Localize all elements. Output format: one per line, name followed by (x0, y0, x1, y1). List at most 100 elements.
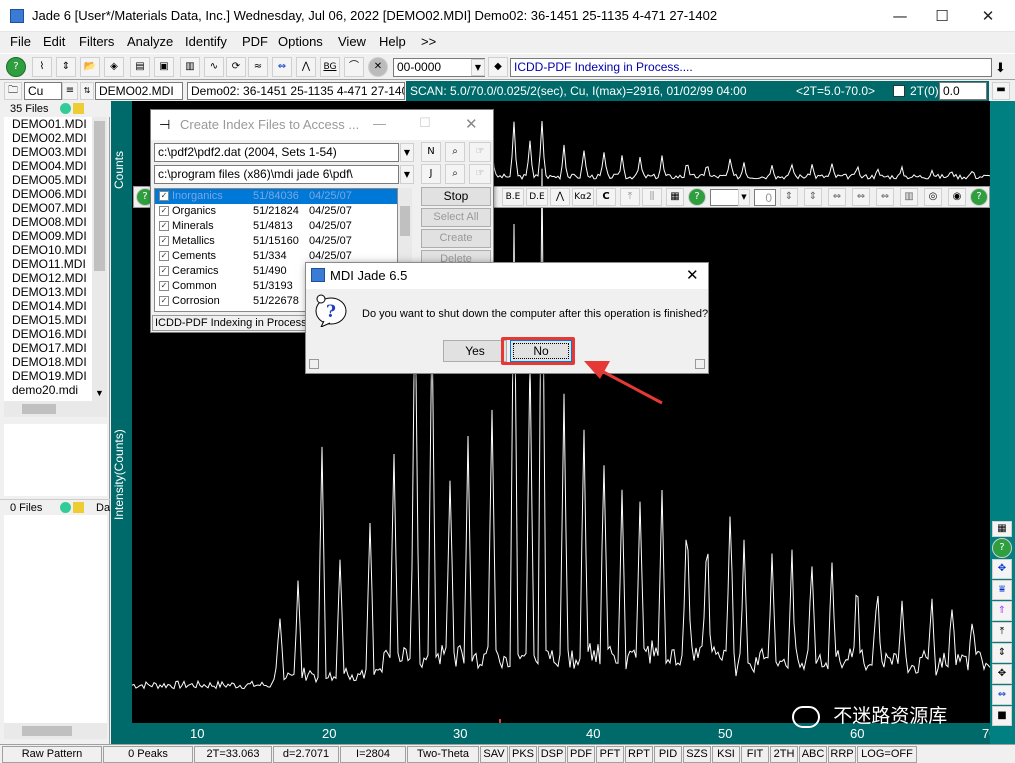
print-icon[interactable]: ▤ (130, 57, 150, 77)
c-button[interactable]: C (596, 188, 616, 206)
file-item[interactable]: DEMO09.MDI (4, 229, 92, 243)
file-item[interactable]: DEMO12.MDI (4, 271, 92, 285)
select-all-button[interactable]: Select All (421, 208, 491, 227)
menu-filters[interactable]: Filters (79, 34, 114, 49)
file-list-scrollbar[interactable]: ▼ (92, 117, 107, 401)
yes-button[interactable]: Yes (443, 340, 507, 362)
file-item[interactable]: DEMO18.MDI (4, 355, 92, 369)
twotheta-input[interactable]: 0.0 (939, 82, 987, 100)
pattern-icon[interactable]: ∿ (204, 57, 224, 77)
status-cell[interactable]: SAV (480, 746, 508, 763)
status-cell[interactable]: RRP (828, 746, 856, 763)
folder-icon[interactable]: 🗀 (4, 82, 22, 100)
bars-icon[interactable]: ⫼ (642, 188, 662, 206)
file-item[interactable]: DEMO07.MDI (4, 201, 92, 215)
status-cell[interactable]: SZS (683, 746, 711, 763)
status-cell[interactable]: PKS (509, 746, 537, 763)
search1-icon[interactable]: ⌕ (445, 142, 465, 162)
path1-chevron-icon[interactable]: ▼ (400, 143, 414, 162)
menu-identify[interactable]: Identify (185, 34, 227, 49)
ka2-button[interactable]: Kα2 (572, 188, 594, 206)
help-icon[interactable]: ? (6, 57, 26, 77)
category-checkbox[interactable]: ✓ (159, 191, 169, 202)
plot-help2-icon[interactable]: ? (688, 188, 706, 206)
strip-help-icon[interactable]: ? (992, 538, 1012, 558)
minimize-button[interactable]: — (877, 0, 923, 32)
cycle-icon[interactable]: ⟳ (226, 57, 246, 77)
menu-more[interactable]: >> (421, 34, 436, 49)
folder-small-icon[interactable] (73, 103, 84, 114)
pdf-path-select[interactable]: c:\pdf2\pdf2.dat (2004, Sets 1-54) (154, 143, 399, 162)
category-scroll-thumb[interactable] (400, 206, 410, 236)
path2-chevron-icon[interactable]: ▼ (400, 165, 414, 184)
be-button[interactable]: B.E (502, 188, 524, 206)
index-close-button[interactable]: ✕ (465, 115, 478, 133)
category-checkbox[interactable]: ✓ (159, 266, 169, 277)
menu-file[interactable]: File (10, 34, 31, 49)
search2-icon[interactable]: ⌕ (445, 164, 465, 184)
menu-edit[interactable]: Edit (43, 34, 65, 49)
category-checkbox[interactable]: ✓ (159, 296, 169, 307)
category-checkbox[interactable]: ✓ (159, 251, 169, 262)
anode-select[interactable]: Cu (24, 82, 62, 100)
category-checkbox[interactable]: ✓ (159, 236, 169, 247)
nav-right-icon[interactable]: ⇔ (852, 188, 870, 206)
file-item[interactable]: DEMO08.MDI (4, 215, 92, 229)
file-item[interactable]: DEMO17.MDI (4, 341, 92, 355)
drop-icon[interactable]: ◆ (488, 57, 508, 77)
background-button[interactable]: BG (320, 57, 340, 77)
lower-filter-icon[interactable] (60, 502, 71, 513)
peak-pattern-icon[interactable]: ⋀ (296, 57, 316, 77)
target-icon[interactable]: ◎ (924, 188, 942, 206)
notes-icon[interactable]: ≡ (62, 82, 78, 100)
file-item[interactable]: DEMO15.MDI (4, 313, 92, 327)
close-window-button[interactable]: ✕ (965, 0, 1011, 32)
chevron-down-icon[interactable]: ▼ (471, 59, 485, 76)
category-checkbox[interactable]: ✓ (159, 281, 169, 292)
file-item[interactable]: demo20.mdi (4, 383, 92, 397)
file-item[interactable]: DEMO13.MDI (4, 285, 92, 299)
category-checkbox[interactable]: ✓ (159, 221, 169, 232)
n-button[interactable]: N (421, 142, 441, 162)
category-row[interactable]: ✓ Inorganics 51/84036 04/25/07 (155, 189, 397, 204)
status-cell[interactable]: DSP (538, 746, 566, 763)
arrow-down-icon[interactable]: ⬇ (995, 60, 1006, 76)
menu-view[interactable]: View (338, 34, 366, 49)
shutdown-close-button[interactable]: ✕ (686, 266, 699, 284)
strip-level-icon[interactable]: ⩸ (992, 580, 1012, 600)
stop-button[interactable]: Stop (421, 187, 491, 206)
status-cell[interactable]: KSI (712, 746, 740, 763)
status-cell[interactable]: 2TH (770, 746, 798, 763)
zero-field[interactable]: 0 (754, 189, 776, 206)
file-item[interactable]: DEMO19.MDI (4, 369, 92, 383)
strip-lr-icon[interactable]: ⇔ (992, 685, 1012, 705)
strip-move-icon[interactable]: ✥ (992, 664, 1012, 684)
spin-icon[interactable]: ⇅ (80, 82, 94, 100)
index-minimize-button[interactable]: — (373, 116, 386, 131)
strip-stop-icon[interactable]: ■ (992, 706, 1012, 726)
open-folder-icon[interactable]: 📂 (80, 57, 100, 77)
filter-icon[interactable]: ⌇ (32, 57, 52, 77)
menu-analyze[interactable]: Analyze (127, 34, 173, 49)
scroll-down-icon[interactable]: ▼ (95, 388, 104, 398)
disabled-circle-icon[interactable]: ✕ (368, 57, 388, 77)
strip-grid-icon[interactable]: ▦ (992, 521, 1012, 537)
bars2-icon[interactable]: ▥ (900, 188, 918, 206)
pin-icon[interactable]: ⊣ (159, 117, 170, 133)
menu-pdf[interactable]: PDF (242, 34, 268, 49)
status-cell[interactable]: LOG=OFF (857, 746, 917, 763)
j-button[interactable]: J (421, 164, 441, 184)
updown-icon[interactable]: ⇕ (56, 57, 76, 77)
save-disk-icon[interactable]: ▣ (154, 57, 174, 77)
status-cell[interactable]: ABC (799, 746, 827, 763)
file-item[interactable]: DEMO01.MDI (4, 117, 92, 131)
file-item[interactable]: DEMO06.MDI (4, 187, 92, 201)
filter-green-icon[interactable] (60, 103, 71, 114)
horizontal-scrollbar[interactable] (4, 401, 107, 417)
peak-shape-icon[interactable]: ⋀ (550, 188, 570, 206)
file-item[interactable]: DEMO11.MDI (4, 257, 92, 271)
file-item[interactable]: DEMO03.MDI (4, 145, 92, 159)
scrollbar-thumb[interactable] (94, 121, 105, 271)
menu-help[interactable]: Help (379, 34, 406, 49)
file-item[interactable]: DEMO10.MDI (4, 243, 92, 257)
